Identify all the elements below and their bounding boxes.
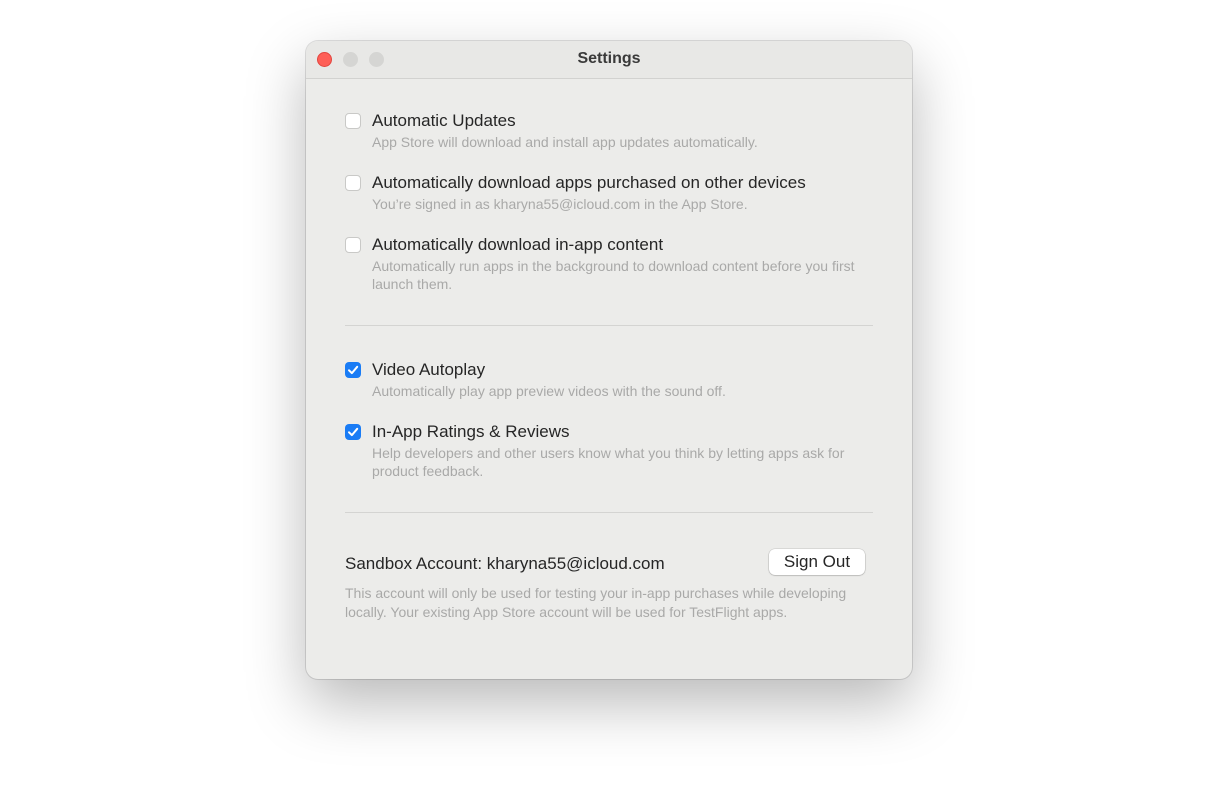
option-title: Video Autoplay (372, 360, 486, 379)
checkmark-icon (348, 365, 359, 375)
option-auto-download-purchased: Automatically download apps purchased on… (345, 173, 873, 213)
sandbox-account-label: Sandbox Account: kharyna55@icloud.com (345, 554, 665, 573)
inapp-ratings-checkbox[interactable] (345, 424, 361, 440)
section-divider (345, 512, 873, 513)
option-title: Automatically download in-app content (372, 235, 664, 254)
option-description: Automatically play app preview videos wi… (372, 383, 726, 399)
section-divider (345, 325, 873, 326)
settings-window: Settings Automatic Updates App Store wil… (306, 41, 912, 679)
sandbox-account-row: Sandbox Account: kharyna55@icloud.com Si… (345, 549, 873, 579)
sign-out-button[interactable]: Sign Out (769, 549, 865, 575)
auto-download-purchased-checkbox[interactable] (345, 175, 361, 191)
checkmark-icon (348, 427, 359, 437)
option-title: Automatically download apps purchased on… (372, 173, 806, 192)
sandbox-account-description: This account will only be used for testi… (345, 585, 847, 620)
option-title: Automatic Updates (372, 111, 516, 130)
option-description: Automatically run apps in the background… (372, 258, 855, 292)
title-bar: Settings (306, 41, 912, 79)
auto-download-inapp-checkbox[interactable] (345, 237, 361, 253)
option-auto-download-inapp: Automatically download in-app content Au… (345, 235, 873, 293)
option-description: You’re signed in as kharyna55@icloud.com… (372, 196, 748, 212)
window-title: Settings (577, 50, 641, 67)
option-description: Help developers and other users know wha… (372, 445, 845, 479)
option-inapp-ratings: In-App Ratings & Reviews Help developers… (345, 422, 873, 480)
option-video-autoplay: Video Autoplay Automatically play app pr… (345, 360, 873, 400)
option-description: App Store will download and install app … (372, 134, 758, 150)
settings-content: Automatic Updates App Store will downloa… (345, 111, 873, 622)
option-title: In-App Ratings & Reviews (372, 422, 570, 441)
option-automatic-updates: Automatic Updates App Store will downloa… (345, 111, 873, 151)
video-autoplay-checkbox[interactable] (345, 362, 361, 378)
automatic-updates-checkbox[interactable] (345, 113, 361, 129)
